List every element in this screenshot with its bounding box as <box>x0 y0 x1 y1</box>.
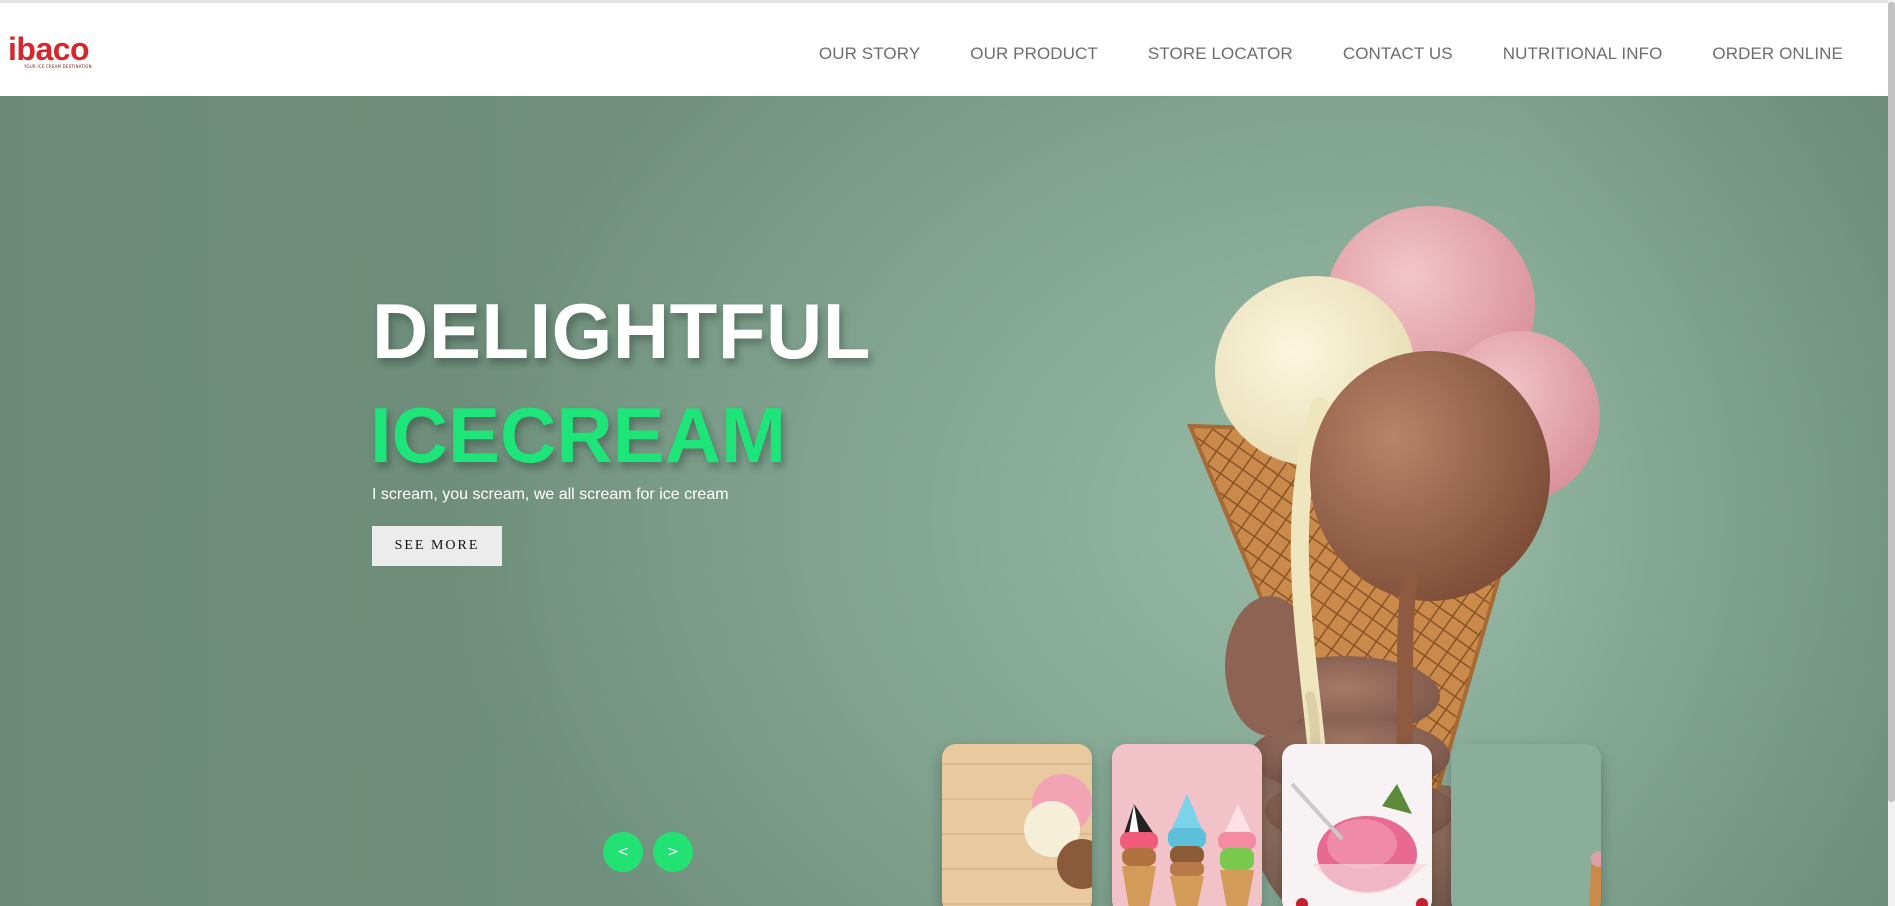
logo-wordmark: ibaco <box>8 31 90 67</box>
see-more-button[interactable]: SEE MORE <box>372 526 502 566</box>
page-scrollbar[interactable] <box>1888 0 1895 906</box>
nav-nutritional-info[interactable]: NUTRITIONAL INFO <box>1478 44 1688 64</box>
slider-next-button[interactable]: > <box>653 832 693 872</box>
thumbnail-scoops-on-wood[interactable] <box>942 744 1092 906</box>
bowl-image <box>1282 744 1432 906</box>
thumbnail-colorful-cones[interactable] <box>1112 744 1262 906</box>
hero-slider: DELIGHTFUL ICECREAM I scream, you scream… <box>0 96 1888 906</box>
nav-store-locator[interactable]: STORE LOCATOR <box>1123 44 1318 64</box>
logo-tagline: YOUR ICE CREAM DESTINATION <box>24 64 92 69</box>
nav-order-online[interactable]: ORDER ONLINE <box>1687 44 1843 64</box>
nav-our-product[interactable]: OUR PRODUCT <box>945 44 1123 64</box>
slider-prev-button[interactable]: < <box>603 832 643 872</box>
cone-thumb-image <box>1451 744 1601 906</box>
scrollbar-thumb[interactable] <box>1888 2 1895 802</box>
nav-contact-us[interactable]: CONTACT US <box>1318 44 1478 64</box>
nav-our-story[interactable]: OUR STORY <box>794 44 945 64</box>
hero-subtitle: ICECREAM <box>370 391 787 479</box>
main-nav: OUR STORY OUR PRODUCT STORE LOCATOR CONT… <box>794 44 1843 64</box>
hero-tagline: I scream, you scream, we all scream for … <box>372 486 729 503</box>
hero-title: DELIGHTFUL <box>372 287 871 375</box>
thumbnail-ice-cream-cone[interactable] <box>1451 744 1601 906</box>
brand-logo[interactable]: ibaco YOUR ICE CREAM DESTINATION <box>8 31 98 75</box>
thumbnail-pink-ice-cream-bowl[interactable] <box>1282 744 1432 906</box>
cones-image <box>1112 744 1262 906</box>
site-header: ibaco YOUR ICE CREAM DESTINATION OUR STO… <box>0 3 1888 97</box>
scoops-image <box>942 744 1092 906</box>
